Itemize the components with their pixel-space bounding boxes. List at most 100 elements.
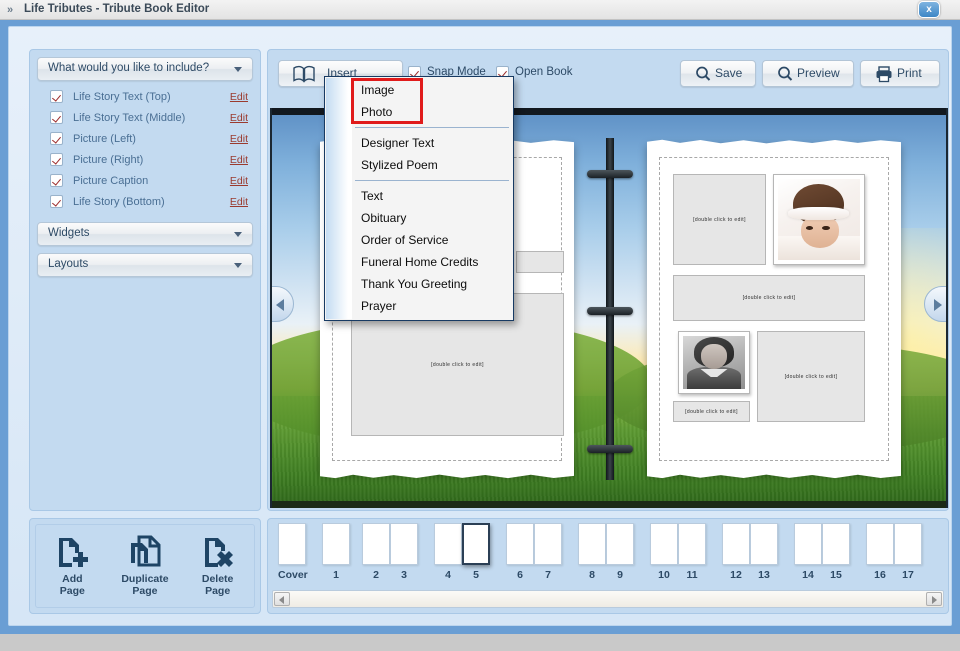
add-page-button[interactable]: Add Page bbox=[39, 535, 105, 597]
application-window: » Life Tributes - Tribute Book Editor x … bbox=[0, 0, 960, 634]
page-thumb-12[interactable]: 12 bbox=[722, 523, 750, 581]
include-item-label: Picture Caption bbox=[73, 175, 149, 187]
small-text-box[interactable] bbox=[516, 251, 564, 273]
edit-link-picture-left[interactable]: Edit bbox=[230, 133, 248, 145]
delete-page-button[interactable]: Delete Page bbox=[185, 535, 251, 597]
thumb-group: 10 11 bbox=[650, 523, 706, 581]
previous-page-arrow[interactable] bbox=[272, 286, 294, 322]
window-title: Life Tributes - Tribute Book Editor bbox=[24, 3, 210, 15]
delete-page-label-line2: Page bbox=[205, 585, 231, 597]
scroll-right-button[interactable] bbox=[926, 592, 942, 606]
book-page-right[interactable]: [double click to edit] [double click to … bbox=[647, 139, 901, 479]
page-thumb-label: 6 bbox=[517, 569, 523, 581]
thumb-group: 8 9 bbox=[578, 523, 634, 581]
print-button[interactable]: Print bbox=[860, 60, 940, 87]
print-button-label: Print bbox=[897, 66, 922, 80]
page-thumb-11[interactable]: 11 bbox=[678, 523, 706, 581]
page-thumb-label: 13 bbox=[758, 569, 770, 581]
page-thumb-label: 4 bbox=[445, 569, 451, 581]
page-sheet bbox=[650, 523, 678, 565]
page-sheet bbox=[794, 523, 822, 565]
edit-link-picture-caption[interactable]: Edit bbox=[230, 175, 248, 187]
page-thumb-2[interactable]: 2 bbox=[362, 523, 390, 581]
page-thumb-10[interactable]: 10 bbox=[650, 523, 678, 581]
page-thumb-label: 12 bbox=[730, 569, 742, 581]
thumb-group: 4 5 bbox=[434, 523, 490, 581]
page-thumb-7[interactable]: 7 bbox=[534, 523, 562, 581]
title-bar: » Life Tributes - Tribute Book Editor x bbox=[0, 0, 960, 20]
page-thumb-17[interactable]: 17 bbox=[894, 523, 922, 581]
checkbox-picture-right[interactable] bbox=[50, 153, 63, 166]
checkbox-life-story-text-top[interactable] bbox=[50, 90, 63, 103]
include-row: Picture (Right) Edit bbox=[37, 150, 253, 171]
accordion-include-header[interactable]: What would you like to include? bbox=[37, 57, 253, 81]
menu-item-designer-text[interactable]: Designer Text bbox=[325, 132, 513, 154]
page-thumb-3[interactable]: 3 bbox=[390, 523, 418, 581]
duplicate-page-button[interactable]: Duplicate Page bbox=[112, 535, 178, 597]
menu-item-order-of-service[interactable]: Order of Service bbox=[325, 229, 513, 251]
edit-link-life-story-text-top[interactable]: Edit bbox=[230, 91, 248, 103]
menu-item-stylized-poem[interactable]: Stylized Poem bbox=[325, 154, 513, 176]
page-thumb-label: 2 bbox=[373, 569, 379, 581]
preview-button[interactable]: Preview bbox=[762, 60, 854, 87]
page-plus-icon bbox=[59, 538, 89, 567]
menu-item-obituary[interactable]: Obituary bbox=[325, 207, 513, 229]
photo-lady[interactable] bbox=[678, 331, 750, 394]
menu-item-text[interactable]: Text bbox=[325, 185, 513, 207]
page-sheet bbox=[322, 523, 350, 565]
checkbox-life-story-bottom[interactable] bbox=[50, 195, 63, 208]
page-thumb-8[interactable]: 8 bbox=[578, 523, 606, 581]
include-row: Life Story Text (Top) Edit bbox=[37, 87, 253, 108]
checkbox-life-story-text-middle[interactable] bbox=[50, 111, 63, 124]
accordion-widgets-header[interactable]: Widgets bbox=[37, 222, 253, 246]
torn-edge bbox=[647, 139, 901, 146]
photo-baby[interactable] bbox=[773, 174, 865, 265]
page-thumb-5[interactable]: 5 bbox=[462, 523, 490, 581]
page-thumb-14[interactable]: 14 bbox=[794, 523, 822, 581]
checkbox-picture-caption[interactable] bbox=[50, 174, 63, 187]
chevron-left-icon bbox=[279, 596, 284, 604]
insert-dropdown-menu[interactable]: Image Photo Designer Text Stylized Poem … bbox=[324, 76, 514, 321]
photo-detail bbox=[700, 344, 727, 369]
include-row: Life Story (Bottom) Edit bbox=[37, 192, 253, 213]
caption-box[interactable]: [double click to edit] bbox=[673, 401, 750, 422]
close-icon[interactable]: x bbox=[918, 1, 940, 18]
edit-link-picture-right[interactable]: Edit bbox=[230, 154, 248, 166]
page-thumb-label: 10 bbox=[658, 569, 670, 581]
navigator-scrollbar[interactable] bbox=[272, 590, 944, 608]
page-thumb-cover[interactable]: Cover bbox=[278, 523, 308, 581]
edit-link-life-story-text-middle[interactable]: Edit bbox=[230, 112, 248, 124]
text-box-bottom-right[interactable]: [double click to edit] bbox=[757, 331, 865, 422]
accordion-include-label: What would you like to include? bbox=[48, 62, 210, 74]
text-box-middle[interactable]: [double click to edit] bbox=[673, 275, 865, 321]
binding-ring bbox=[587, 445, 633, 453]
page-thumb-4[interactable]: 4 bbox=[434, 523, 462, 581]
thumb-group: 6 7 bbox=[506, 523, 562, 581]
menu-item-prayer[interactable]: Prayer bbox=[325, 295, 513, 317]
page-thumb-1[interactable]: 1 bbox=[322, 523, 350, 581]
thumb-group: 12 13 bbox=[722, 523, 778, 581]
text-box-top-left[interactable]: [double click to edit] bbox=[673, 174, 766, 265]
checkbox-picture-left[interactable] bbox=[50, 132, 63, 145]
page-thumb-9[interactable]: 9 bbox=[606, 523, 634, 581]
page-thumb-16[interactable]: 16 bbox=[866, 523, 894, 581]
menu-item-photo[interactable]: Photo bbox=[325, 101, 513, 123]
menu-separator bbox=[355, 127, 509, 128]
page-thumb-label: 14 bbox=[802, 569, 814, 581]
menu-separator bbox=[355, 180, 509, 181]
page-thumb-label: 1 bbox=[333, 569, 339, 581]
scroll-left-button[interactable] bbox=[274, 592, 290, 606]
page-thumb-15[interactable]: 15 bbox=[822, 523, 850, 581]
page-thumbnail-strip[interactable]: Cover 1 2 3 4 5 6 7 8 9 10 11 12 13 14 1… bbox=[272, 523, 944, 587]
page-thumb-6[interactable]: 6 bbox=[506, 523, 534, 581]
menu-item-image[interactable]: Image bbox=[325, 79, 513, 101]
save-button[interactable]: Save bbox=[680, 60, 756, 87]
page-navigator-panel: Cover 1 2 3 4 5 6 7 8 9 10 11 12 13 14 1… bbox=[267, 518, 949, 614]
page-thumb-13[interactable]: 13 bbox=[750, 523, 778, 581]
edit-link-life-story-bottom[interactable]: Edit bbox=[230, 196, 248, 208]
menu-item-funeral-home-credits[interactable]: Funeral Home Credits bbox=[325, 251, 513, 273]
accordion-layouts-header[interactable]: Layouts bbox=[37, 253, 253, 277]
page-sheet bbox=[578, 523, 606, 565]
page-sheet bbox=[390, 523, 418, 565]
menu-item-thank-you-greeting[interactable]: Thank You Greeting bbox=[325, 273, 513, 295]
